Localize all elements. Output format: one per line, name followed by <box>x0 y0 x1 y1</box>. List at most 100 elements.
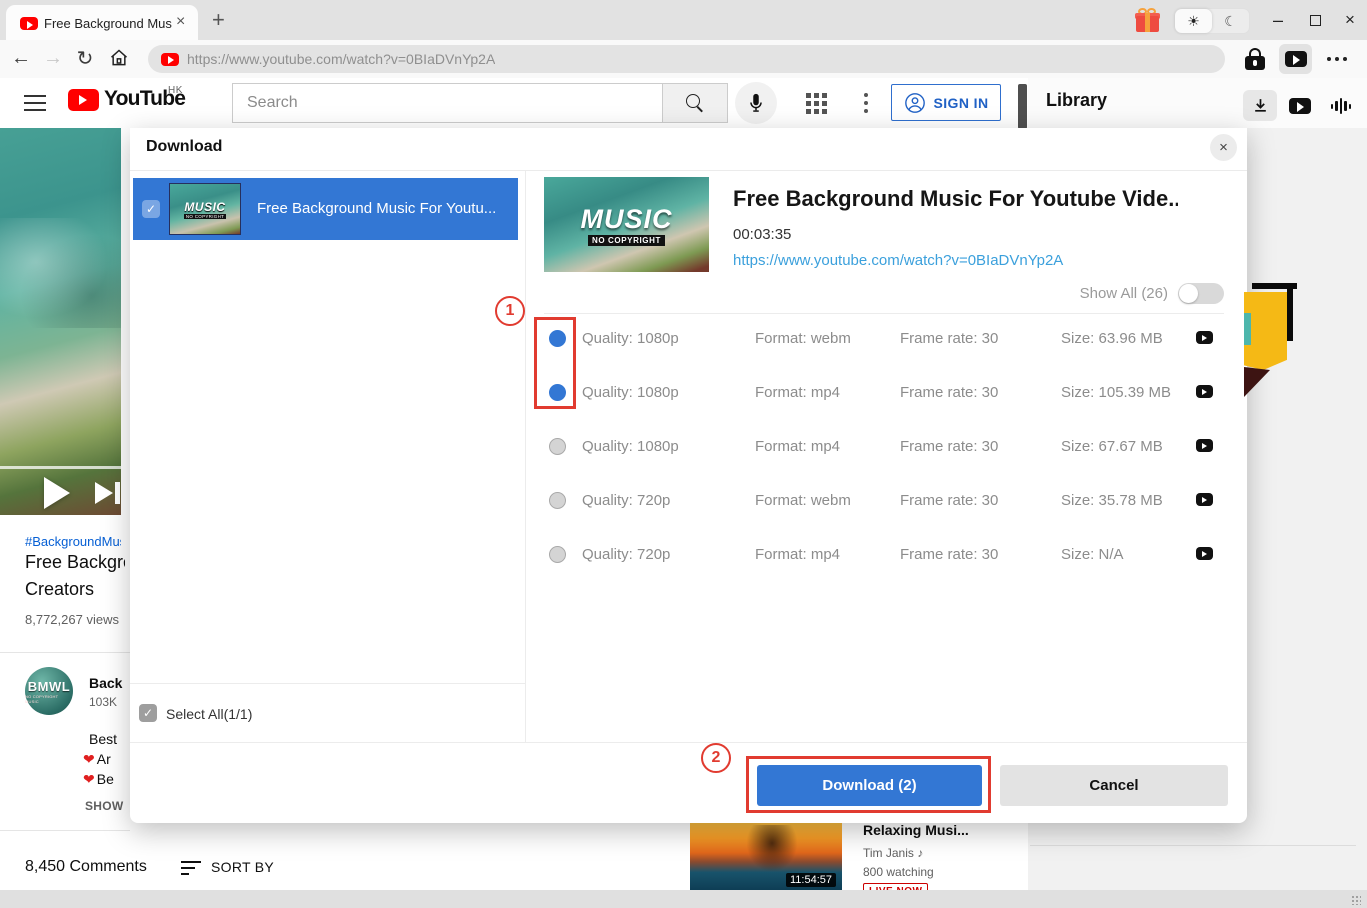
channel-avatar[interactable]: BMWL NO COPYRIGHT MUSIC <box>25 667 73 715</box>
frame-rate-cell: Frame rate: 30 <box>900 330 998 347</box>
preview-icon[interactable] <box>1196 439 1213 452</box>
youtube-apps-icon[interactable] <box>806 93 827 114</box>
forward-icon[interactable]: → <box>40 44 66 72</box>
divider <box>130 742 1247 743</box>
item-thumbnail: MUSIC NO COPYRIGHT <box>169 183 241 235</box>
dark-mode-icon[interactable]: ☾ <box>1212 9 1249 33</box>
format-radio[interactable] <box>549 546 566 563</box>
audio-library-icon[interactable] <box>1328 96 1354 116</box>
format-cell: Format: webm <box>755 492 851 509</box>
format-row[interactable]: Quality: 1080p Format: webm Frame rate: … <box>544 325 1224 355</box>
hamburger-menu-icon[interactable] <box>24 95 46 111</box>
divider <box>130 683 525 684</box>
annotation-step-1: 1 <box>495 296 525 326</box>
avatar-icon <box>904 92 926 114</box>
next-video-icon[interactable] <box>95 482 113 504</box>
show-all-row: Show All (26) <box>544 281 1224 305</box>
item-checkbox[interactable]: ✓ <box>142 200 160 218</box>
youtube-region-label: HK <box>168 85 183 96</box>
theme-toggle[interactable]: ☀ ☾ <box>1174 8 1250 34</box>
play-icon[interactable] <box>44 477 70 509</box>
hashtag-link[interactable]: #BackgroundMusi <box>25 534 121 549</box>
annotation-box-formats <box>534 317 576 409</box>
search-button[interactable] <box>662 83 728 123</box>
format-radio[interactable] <box>549 492 566 509</box>
browser-tab[interactable]: Free Background Mus × <box>6 5 198 40</box>
back-icon[interactable]: ← <box>8 44 34 72</box>
preview-icon[interactable] <box>1196 385 1213 398</box>
video-player[interactable] <box>0 128 121 515</box>
more-menu-icon[interactable] <box>1321 44 1353 74</box>
format-row[interactable]: Quality: 1080p Format: mp4 Frame rate: 3… <box>544 433 1224 463</box>
lock-icon[interactable] <box>1244 48 1266 70</box>
youtube-logo-icon[interactable] <box>68 89 99 111</box>
home-icon[interactable] <box>106 44 132 72</box>
maximize-button[interactable] <box>1303 8 1327 32</box>
format-radio[interactable] <box>549 438 566 455</box>
preview-icon[interactable] <box>1196 547 1213 560</box>
window-close-button[interactable]: × <box>1338 8 1362 32</box>
description-text: Ar <box>97 751 111 768</box>
size-cell: Size: N/A <box>1061 546 1124 563</box>
frame-rate-cell: Frame rate: 30 <box>900 438 998 455</box>
channel-name[interactable]: Back <box>89 675 129 691</box>
format-row[interactable]: Quality: 720p Format: mp4 Frame rate: 30… <box>544 541 1224 571</box>
video-detect-button[interactable] <box>1279 44 1312 74</box>
download-icon <box>1252 97 1269 114</box>
divider <box>0 830 130 831</box>
size-cell: Size: 35.78 MB <box>1061 492 1163 509</box>
show-all-toggle[interactable] <box>1178 283 1224 304</box>
sort-by-button[interactable]: SORT BY <box>211 859 274 875</box>
youtube-settings-menu-icon[interactable] <box>858 91 874 115</box>
quality-cell: Quality: 1080p <box>582 438 679 455</box>
video-library-icon[interactable] <box>1289 98 1311 114</box>
suggested-video-thumbnail[interactable]: 11:54:57 <box>690 819 842 893</box>
detail-url-link[interactable]: https://www.youtube.com/watch?v=0BIaDVnY… <box>733 252 1063 269</box>
player-progress-bar[interactable] <box>0 466 121 469</box>
preview-icon[interactable] <box>1196 493 1213 506</box>
cancel-button[interactable]: Cancel <box>1000 765 1228 806</box>
minimize-button[interactable]: – <box>1266 8 1290 32</box>
frame-rate-cell: Frame rate: 30 <box>900 546 998 563</box>
video-play-icon <box>1285 51 1307 67</box>
downloads-tab-button[interactable] <box>1243 90 1277 121</box>
heart-icon: ❤ <box>83 751 95 768</box>
light-mode-icon[interactable]: ☀ <box>1175 9 1212 33</box>
divider <box>130 170 1247 171</box>
window-titlebar: Free Background Mus × + ☀ ☾ – × <box>0 0 1367 40</box>
youtube-favicon <box>20 17 38 30</box>
tab-close-icon[interactable]: × <box>176 13 185 31</box>
suggested-video-title[interactable]: Relaxing Musi... <box>863 822 1013 838</box>
address-bar[interactable]: https://www.youtube.com/watch?v=0BIaDVnY… <box>148 45 1225 73</box>
thumbnail-text: MUSIC <box>581 204 673 235</box>
view-count: 8,772,267 views <box>25 612 128 627</box>
resize-grip-icon[interactable] <box>1351 895 1361 905</box>
sign-in-button[interactable]: SIGN IN <box>891 84 1001 121</box>
url-text: https://www.youtube.com/watch?v=0BIaDVnY… <box>187 51 495 67</box>
reload-icon[interactable]: ↻ <box>72 44 98 72</box>
select-all-checkbox[interactable]: ✓ <box>139 704 157 722</box>
video-list-item-selected[interactable]: ✓ MUSIC NO COPYRIGHT Free Background Mus… <box>133 178 518 240</box>
watching-count: 800 watching <box>863 865 934 879</box>
dialog-close-icon[interactable]: × <box>1210 134 1237 161</box>
gift-icon[interactable] <box>1136 9 1159 32</box>
detail-duration: 00:03:35 <box>733 226 791 243</box>
toggle-knob <box>1179 284 1198 303</box>
suggested-video-channel[interactable]: Tim Janis ♪ <box>863 846 923 860</box>
format-cell: Format: webm <box>755 330 851 347</box>
divider <box>525 171 526 742</box>
format-row[interactable]: Quality: 720p Format: webm Frame rate: 3… <box>544 487 1224 517</box>
format-row[interactable]: Quality: 1080p Format: mp4 Frame rate: 3… <box>544 379 1224 409</box>
show-more-button[interactable]: SHOW <box>85 799 125 813</box>
search-box[interactable] <box>232 83 663 123</box>
voice-search-button[interactable] <box>735 82 777 124</box>
new-tab-button[interactable]: + <box>212 7 225 33</box>
library-title: Library <box>1046 90 1107 111</box>
panel-drag-handle[interactable] <box>1018 84 1027 129</box>
size-cell: Size: 63.96 MB <box>1061 330 1163 347</box>
quality-cell: Quality: 1080p <box>582 384 679 401</box>
dialog-title: Download <box>146 138 222 156</box>
search-input[interactable] <box>233 84 662 122</box>
frame-rate-cell: Frame rate: 30 <box>900 492 998 509</box>
preview-icon[interactable] <box>1196 331 1213 344</box>
